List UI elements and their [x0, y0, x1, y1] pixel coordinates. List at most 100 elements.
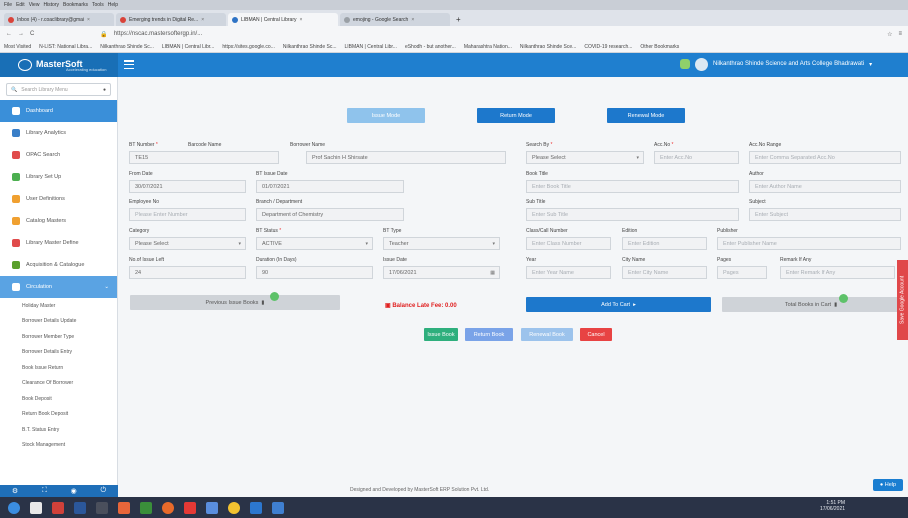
sidebar-item-library-analytics[interactable]: Library Analytics — [0, 122, 117, 144]
bookmark-item[interactable]: LIBMAN | Central Libr... — [162, 44, 214, 50]
app-icon[interactable] — [96, 501, 108, 514]
edition-field[interactable]: Enter Edition — [622, 237, 707, 250]
publisher-field[interactable]: Enter Publisher Name — [717, 237, 901, 250]
sidebar-item-catalog-masters[interactable]: Catalog Masters — [0, 210, 117, 232]
bookmark-item[interactable]: N-LIST: National Libra... — [39, 44, 92, 50]
sidebar-subitem[interactable]: Stock Management — [0, 438, 117, 454]
sidebar-item-acquisition-catalogue[interactable]: Acquisition & Catalogue — [0, 254, 117, 276]
duration-field[interactable]: 90 — [256, 266, 373, 279]
sidebar-search-input[interactable]: Search Library Menu — [21, 87, 67, 93]
add-to-cart-button[interactable]: Add To Cart ▸ — [526, 297, 711, 312]
employee-no-field[interactable]: Please Enter Number — [129, 208, 246, 221]
menu-icon[interactable]: ≡ — [898, 31, 902, 37]
browser-tab[interactable]: Emerging trends in Digital Re... × — [116, 13, 226, 26]
app-icon[interactable] — [206, 501, 218, 514]
close-icon[interactable]: × — [87, 17, 90, 23]
call-number-field[interactable]: Enter Class Number — [526, 237, 611, 250]
bookmark-item[interactable]: https://sites.google.co... — [222, 44, 275, 50]
new-tab-icon[interactable]: + — [456, 15, 461, 26]
sidebar-search[interactable]: 🔍 Search Library Menu ● — [6, 83, 111, 96]
pdf-icon[interactable] — [184, 501, 196, 514]
sidebar-item-dashboard[interactable]: Dashboard — [0, 100, 117, 122]
excel-icon[interactable] — [140, 501, 152, 514]
sidebar-subitem[interactable]: B.T. Status Entry — [0, 422, 117, 438]
header-user[interactable]: Nilkanthrao Shinde Science and Arts Coll… — [680, 57, 872, 71]
author-field[interactable]: Enter Author Name — [749, 180, 901, 193]
sub-title-field[interactable]: Enter Sub Title — [526, 208, 739, 221]
sidebar-subitem[interactable]: Borrower Details Entry — [0, 345, 117, 361]
lock-icon[interactable]: ◉ — [71, 487, 77, 495]
menu-tools[interactable]: Tools — [92, 2, 104, 8]
vlc-icon[interactable] — [52, 501, 64, 514]
fullscreen-icon[interactable]: ⛶ — [42, 487, 47, 495]
browser-tab[interactable]: Inbox (4) - r.coaclibrary@gmai × — [4, 13, 114, 26]
menu-edit[interactable]: Edit — [16, 2, 25, 8]
brand-logo[interactable]: MasterSoft Accelerating education — [0, 53, 118, 77]
subject-field[interactable]: Enter Subject — [749, 208, 901, 221]
return-mode-button[interactable]: Return Mode — [477, 108, 555, 123]
bookmark-item[interactable]: Nilkanthrao Shinde Sc... — [100, 44, 154, 50]
url-field[interactable]: https://nscac.mastersoftergp.in/... — [114, 31, 202, 37]
issue-date-field[interactable]: 17/06/2021 ▦ — [383, 266, 500, 279]
settings-icon[interactable]: ⚙ — [12, 487, 18, 495]
bookmark-item[interactable]: eShodh - but another... — [405, 44, 456, 50]
file-explorer-icon[interactable] — [30, 501, 42, 514]
back-icon[interactable]: ← — [6, 31, 12, 37]
sidebar-item-library-master-define[interactable]: Library Master Define — [0, 232, 117, 254]
bookmark-item[interactable]: Nilkanthrao Shinde Sce... — [520, 44, 576, 50]
star-icon[interactable]: ☆ — [887, 31, 892, 38]
bookmark-item[interactable]: Nilkanthrao Shinde Sc... — [283, 44, 337, 50]
avatar[interactable] — [695, 57, 708, 71]
firefox-icon[interactable] — [162, 501, 174, 514]
bookmark-item[interactable]: Maharashtra Nation... — [464, 44, 512, 50]
bookmark-item[interactable]: COVID-19 research... — [584, 44, 632, 50]
city-field[interactable]: Enter City Name — [622, 266, 707, 279]
from-date-field[interactable]: 30/07/2021 — [129, 180, 246, 193]
mic-icon[interactable]: ● — [103, 87, 106, 93]
sidebar-subitem[interactable]: Clearance Of Borrower — [0, 376, 117, 392]
power-icon[interactable]: ⏻ — [101, 487, 107, 495]
bookmark-item[interactable]: LIBMAN | Central Libr... — [345, 44, 397, 50]
notification-icon[interactable] — [680, 59, 690, 69]
sidebar-item-user-definitions[interactable]: User Definitions — [0, 188, 117, 210]
browser-tab[interactable]: emojing - Google Search × — [340, 13, 450, 26]
pages-field[interactable]: Pages — [717, 266, 767, 279]
forward-icon[interactable]: → — [18, 31, 24, 37]
bt-number-field[interactable]: TE15 — [129, 151, 279, 164]
bt-status-select[interactable]: ACTIVE ▾ — [256, 237, 373, 250]
menu-history[interactable]: History — [43, 2, 59, 8]
issue-mode-button[interactable]: Issue Mode — [347, 108, 425, 123]
total-books-in-cart-button[interactable]: Total Books in Cart ▮ — [722, 297, 900, 312]
sidebar-item-library-set-up[interactable]: Library Set Up — [0, 166, 117, 188]
search-by-select[interactable]: Please Select ▾ — [526, 151, 644, 164]
calendar-icon[interactable]: ▦ — [490, 270, 495, 276]
hamburger-menu-icon[interactable] — [124, 60, 134, 69]
menu-bookmarks[interactable]: Bookmarks — [63, 2, 88, 8]
close-icon[interactable]: × — [299, 17, 302, 23]
bt-type-select[interactable]: Teacher ▾ — [383, 237, 500, 250]
sidebar-subitem[interactable]: Book Issue Return — [0, 360, 117, 376]
renewal-mode-button[interactable]: Renewal Mode — [607, 108, 685, 123]
bt-issue-date-field[interactable]: 01/07/2021 — [256, 180, 404, 193]
save-google-account-tab[interactable]: Save Google Account — [897, 260, 908, 340]
app-icon[interactable] — [118, 501, 130, 514]
close-icon[interactable]: × — [201, 17, 204, 23]
renewal-book-button[interactable]: Renewal Book — [521, 328, 573, 341]
menu-view[interactable]: View — [29, 2, 40, 8]
year-field[interactable]: Enter Year Name — [526, 266, 611, 279]
chevron-down-icon[interactable]: ▾ — [869, 61, 872, 68]
sidebar-subitem[interactable]: Holiday Master — [0, 298, 117, 314]
return-book-button[interactable]: Return Book — [465, 328, 513, 341]
bookmark-item[interactable]: Most Visited — [4, 44, 31, 50]
book-title-field[interactable]: Enter Book Title — [526, 180, 739, 193]
cancel-button[interactable]: Cancel — [580, 328, 612, 341]
remark-field[interactable]: Enter Remark If Any — [780, 266, 895, 279]
close-icon[interactable]: × — [411, 17, 414, 23]
menu-file[interactable]: File — [4, 2, 12, 8]
bookmark-item[interactable]: Other Bookmarks — [640, 44, 679, 50]
issue-left-field[interactable]: 24 — [129, 266, 246, 279]
sidebar-item-circulation[interactable]: Circulation ⌄ — [0, 276, 117, 298]
sidebar-subitem[interactable]: Borrower Details Update — [0, 314, 117, 330]
sidebar-subitem[interactable]: Return Book Deposit — [0, 407, 117, 423]
department-field[interactable]: Department of Chemistry — [256, 208, 404, 221]
